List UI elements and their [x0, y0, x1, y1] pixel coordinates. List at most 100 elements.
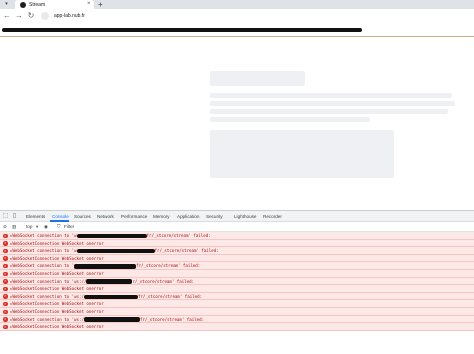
message-prefix: ▸WebSocketConnection WebSocket onerror	[10, 255, 104, 261]
site-favicon-icon	[20, 1, 26, 8]
tab-security[interactable]: Security	[206, 214, 223, 220]
filter-icon: ⛉	[57, 224, 61, 229]
message-prefix: ▸WebSocketConnection WebSocket onerror	[10, 271, 104, 276]
error-icon: ×	[3, 324, 8, 330]
console-error-row[interactable]: × ▸WebSocket connection to 'ws:// r/_stcor…	[0, 277, 474, 286]
sidebar-toggle-icon[interactable]: ▥	[12, 224, 16, 230]
tab-network[interactable]: Network	[97, 214, 114, 220]
error-icon: ×	[3, 317, 8, 322]
console-error-text: ▸WebSocketConnection WebSocket onerror	[10, 241, 104, 247]
page-content	[0, 37, 474, 210]
console-error-text: ▸WebSocket connection to ' fr/_stcore/str…	[10, 263, 200, 269]
message-prefix: ▸WebSocket connection to 'w	[10, 248, 77, 254]
console-error-text: ▸WebSocketConnection WebSocket onerror	[10, 271, 104, 277]
tab-lighthouse[interactable]: Lighthouse	[234, 214, 256, 220]
tab-elements[interactable]: Elements	[26, 214, 45, 220]
back-arrow-icon[interactable]: ←	[2, 11, 12, 21]
message-suffix: fr/_stcore/stream' failed:	[139, 316, 205, 322]
browser-tab[interactable]: Stream ×	[15, 0, 94, 9]
tab-performance[interactable]: Performance	[121, 214, 147, 220]
error-icon: ×	[3, 294, 8, 299]
tab-search-icon[interactable]: ▾	[3, 1, 10, 8]
error-icon: ×	[3, 233, 8, 238]
inspect-element-icon[interactable]: ⬚	[2, 213, 9, 220]
site-info-icon[interactable]	[41, 12, 49, 20]
console-error-row[interactable]: × ▸WebSocketConnection WebSocket onerror	[0, 323, 474, 331]
console-error-row[interactable]: × ▸WebSocketConnection WebSocket onerror	[0, 270, 474, 278]
skeleton-line	[210, 101, 455, 106]
console-error-row[interactable]: × ▸WebSocket connection to 'ws:/ fr/_stcor…	[0, 315, 474, 324]
error-icon: ×	[3, 263, 8, 269]
message-prefix: ▸WebSocket connection to 'ws://	[10, 278, 87, 284]
console-error-text: ▸WebSocket connection to 'ws:// r/_stcore…	[10, 279, 194, 285]
console-error-row[interactable]: × ▸WebSocket connection to ' fr/_stcore/st…	[0, 262, 474, 270]
error-icon: ×	[3, 301, 8, 307]
redaction-mark	[2, 28, 362, 32]
console-error-text: ▸WebSocketConnection WebSocket onerror	[10, 301, 104, 307]
message-prefix: ▸WebSocketConnection WebSocket onerror	[10, 309, 104, 314]
error-icon: ×	[3, 248, 8, 254]
console-error-text: ▸WebSocketConnection WebSocket onerror	[10, 286, 104, 292]
clear-console-icon[interactable]: ⊘	[3, 224, 7, 230]
console-error-row[interactable]: × ▸WebSocketConnection WebSocket onerror	[0, 254, 474, 263]
console-error-text: ▸WebSocketConnection WebSocket onerror	[10, 324, 104, 330]
reload-icon[interactable]: ↻	[26, 11, 36, 21]
redaction-mark	[74, 264, 137, 269]
error-icon: ×	[3, 286, 8, 292]
console-error-row[interactable]: × ▸WebSocket connection to 'ws:/ fr/_stcor…	[0, 292, 474, 301]
message-prefix: ▸WebSocketConnection WebSocket onerror	[10, 301, 104, 307]
message-prefix: ▸WebSocket connection to 'ws:/	[10, 293, 84, 299]
error-icon: ×	[3, 241, 8, 246]
console-error-row[interactable]: × ▸WebSocketConnection WebSocket onerror	[0, 300, 474, 308]
console-error-row[interactable]: × ▸WebSocketConnection WebSocket onerror	[0, 239, 474, 248]
skeleton-line	[210, 109, 448, 114]
chevron-down-icon: ▾	[36, 224, 39, 229]
message-suffix: r/_stcore/stream' failed:	[132, 278, 195, 284]
redacted-bar	[0, 25, 474, 35]
forward-arrow-icon[interactable]: →	[14, 11, 24, 21]
error-icon: ×	[3, 279, 8, 284]
console-error-row[interactable]: × ▸WebSocketConnection WebSocket onerror	[0, 285, 474, 293]
message-prefix: ▸WebSocket connection to 'ws:/	[10, 316, 84, 322]
new-tab-button[interactable]: +	[98, 0, 103, 9]
console-error-text: ▸WebSocket connection to 'w fr/_stcore/st…	[10, 233, 211, 239]
devtools-panel: ⬚ ▯ Elements Console Sources Network Per…	[0, 210, 474, 354]
tab-recorder[interactable]: Recorder	[263, 214, 282, 220]
message-suffix: fr/_stcore/stream' failed:	[146, 233, 211, 238]
console-error-row[interactable]: × ▸WebSocketConnection WebSocket onerror	[0, 308, 474, 316]
console-error-text: ▸WebSocketConnection WebSocket onerror	[10, 309, 104, 315]
device-toolbar-icon[interactable]: ▯	[11, 213, 18, 220]
console-toolbar: ⊘ ▥ top ▾ ◉ ⛉ Filter	[0, 222, 474, 232]
live-expression-eye-icon[interactable]: ◉	[44, 224, 48, 230]
devtools-tabbar: ⬚ ▯ Elements Console Sources Network Per…	[0, 211, 474, 222]
message-prefix: ▸WebSocketConnection WebSocket onerror	[10, 286, 104, 292]
console-error-text: ▸WebSocket connection to 'ws:/ fr/_stcore…	[10, 317, 204, 323]
context-selector[interactable]: top	[26, 224, 32, 230]
tab-memory[interactable]: Memory	[153, 214, 170, 220]
message-suffix: fr/_stcore/stream' failed:	[154, 248, 219, 254]
skeleton-line	[210, 93, 452, 98]
error-icon: ×	[3, 271, 8, 276]
message-prefix: ▸WebSocket connection to 'w	[10, 233, 77, 238]
skeleton-line	[210, 117, 370, 122]
tab-strip: ▾ Stream × +	[0, 0, 474, 9]
tab-title: Stream	[29, 1, 46, 8]
message-suffix: fr/_stcore/stream' failed:	[137, 293, 203, 299]
skeleton-title	[210, 71, 305, 86]
redaction-mark	[76, 248, 155, 254]
message-prefix: ▸WebSocket connection to '	[10, 263, 75, 269]
skeleton-block	[210, 130, 394, 178]
console-error-row[interactable]: × ▸WebSocket connection to 'w fr/_stcore/s…	[0, 247, 474, 255]
console-error-text: ▸WebSocket connection to 'ws:/ fr/_stcore…	[10, 294, 202, 300]
close-tab-icon[interactable]: ×	[87, 1, 91, 8]
console-error-row[interactable]: × ▸WebSocket connection to 'w fr/_stcore/s…	[0, 232, 474, 240]
filter-input[interactable]: Filter	[64, 224, 74, 230]
tab-sources[interactable]: Sources	[74, 214, 91, 220]
tab-application[interactable]: Application	[177, 214, 199, 220]
redaction-mark	[86, 279, 133, 284]
redaction-mark	[76, 233, 147, 239]
message-prefix: ▸WebSocketConnection WebSocket onerror	[10, 240, 104, 246]
address-bar[interactable]: app-lab.nub.fr	[40, 11, 468, 21]
redaction-mark	[83, 294, 138, 300]
error-icon: ×	[3, 309, 8, 314]
